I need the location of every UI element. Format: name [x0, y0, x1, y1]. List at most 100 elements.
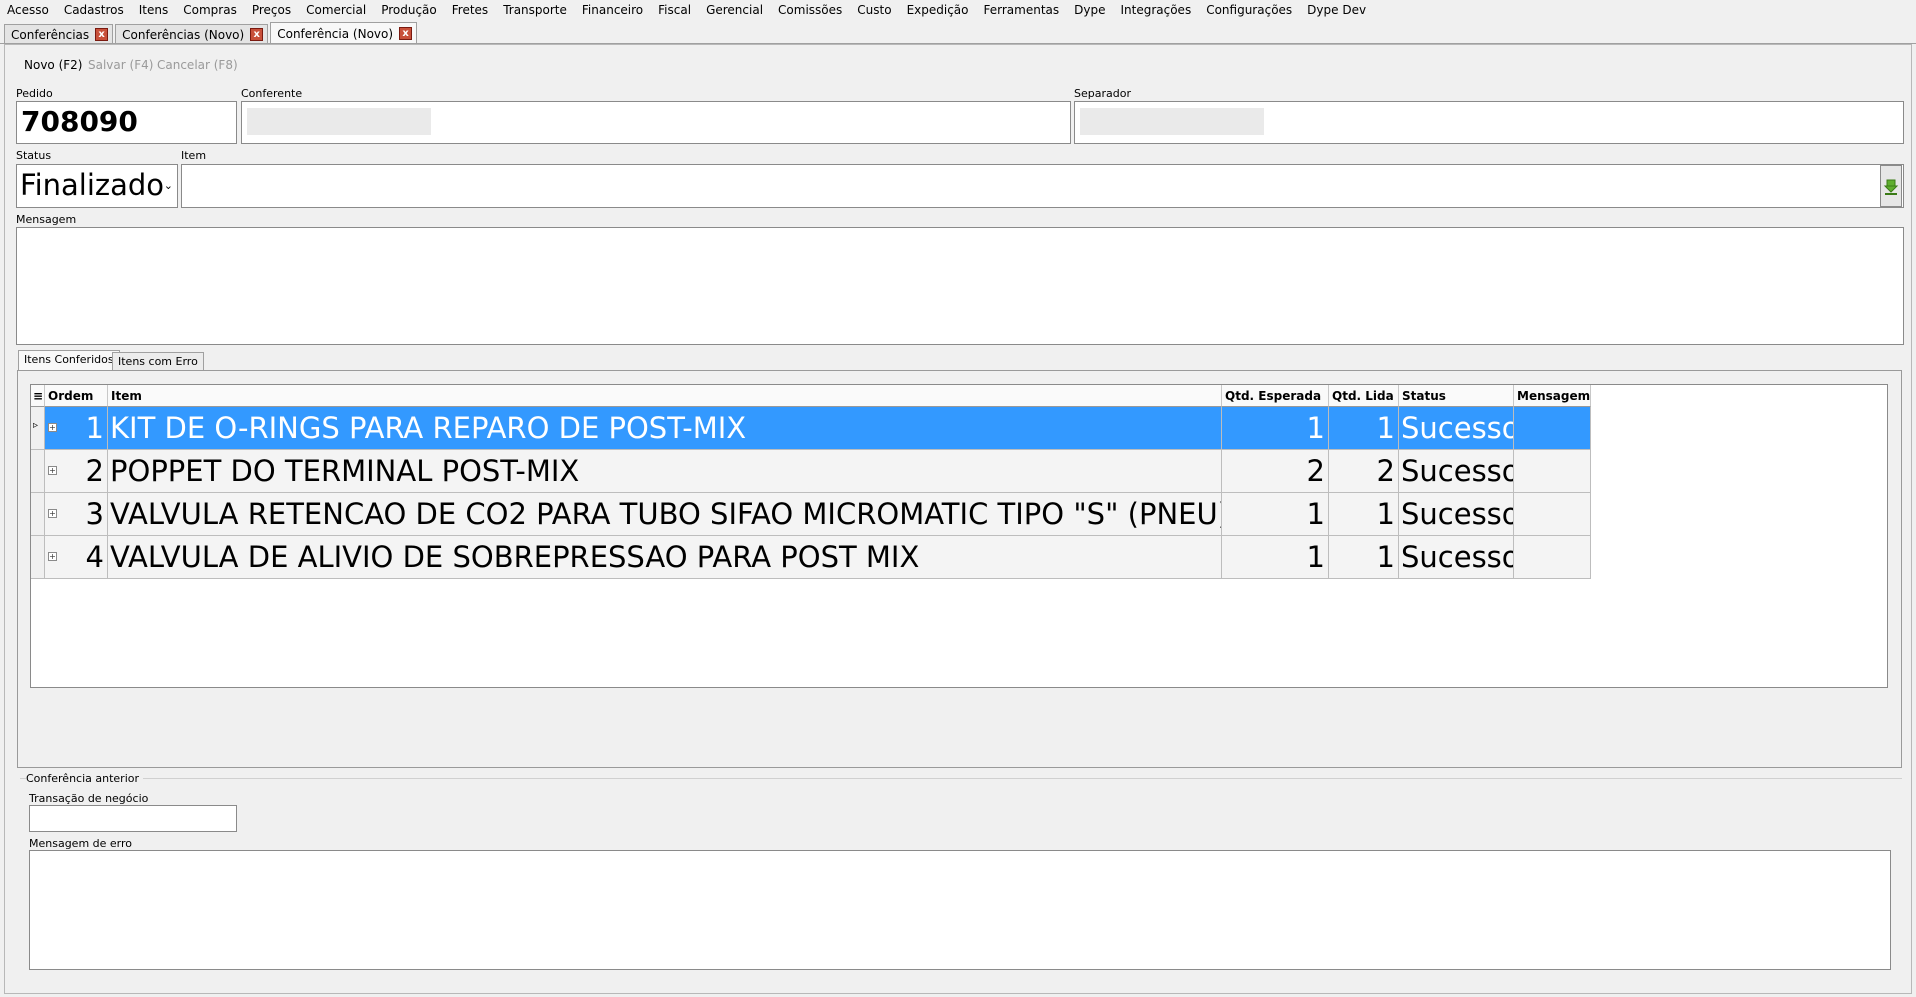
mensagem-erro-textarea[interactable]	[29, 850, 1891, 970]
cell-mensagem[interactable]	[1514, 493, 1591, 536]
document-tab-1[interactable]: Conferências x	[4, 24, 114, 44]
cell-item-text: VALVULA DE ALIVIO DE SOBREPRESSAO PARA P…	[110, 540, 920, 574]
cell-item[interactable]: VALVULA DE ALIVIO DE SOBREPRESSAO PARA P…	[108, 536, 1222, 579]
cell-item-text: KIT DE O-RINGS PARA REPARO DE POST-MIX	[110, 411, 747, 445]
row-indicator[interactable]	[31, 493, 45, 536]
cancelar-button[interactable]: Cancelar (F8)	[157, 58, 238, 72]
row-indicator[interactable]	[31, 536, 45, 579]
chevron-down-icon[interactable]: ⌄	[164, 179, 173, 192]
conferente-field[interactable]	[241, 101, 1071, 144]
tab-itens-conferidos[interactable]: Itens Conferidos	[18, 350, 120, 372]
menu-item-cadastros[interactable]: Cadastros	[61, 3, 127, 17]
cell-qtd-lida[interactable]: 2	[1329, 450, 1399, 493]
table-row[interactable]: +3 VALVULA RETENCAO DE CO2 PARA TUBO SIFA…	[31, 493, 1591, 536]
mensagem-textarea[interactable]	[16, 227, 1904, 345]
separador-field[interactable]	[1074, 101, 1904, 144]
cell-qtd-lida[interactable]: 1	[1329, 493, 1399, 536]
transacao-label: Transação de negócio	[29, 792, 149, 805]
menu-item-ferramentas[interactable]: Ferramentas	[981, 3, 1063, 17]
items-grid: ≡ Ordem Item Qtd. Esperada Qtd. Lida Sta…	[30, 384, 1888, 688]
item-search-button[interactable]	[1880, 165, 1902, 207]
cell-mensagem[interactable]	[1514, 536, 1591, 579]
menu-item-fretes[interactable]: Fretes	[449, 3, 491, 17]
cell-qtd-lida-text: 1	[1376, 540, 1395, 574]
status-select[interactable]: Finalizado ⌄	[16, 164, 178, 208]
menu-item-financeiro[interactable]: Financeiro	[579, 3, 646, 17]
menu-item-gerencial[interactable]: Gerencial	[703, 3, 766, 17]
pedido-field[interactable]: 708090	[16, 101, 237, 144]
menu-item-comercial[interactable]: Comercial	[303, 3, 369, 17]
novo-button[interactable]: Novo (F2)	[24, 58, 82, 72]
cell-mensagem[interactable]	[1514, 450, 1591, 493]
row-indicator[interactable]	[31, 450, 45, 493]
pedido-label: Pedido	[16, 87, 53, 100]
expand-row-icon[interactable]: +	[48, 423, 57, 432]
menu-item-dype-dev[interactable]: Dype Dev	[1304, 3, 1369, 17]
menu-item-precos[interactable]: Preços	[249, 3, 294, 17]
cell-status[interactable]: Sucesso	[1399, 536, 1514, 579]
table-row[interactable]: ▹ +1 KIT DE O-RINGS PARA REPARO DE POST-MI…	[31, 407, 1591, 450]
menu-item-transporte[interactable]: Transporte	[500, 3, 570, 17]
grid-options-icon[interactable]: ≡	[31, 385, 45, 407]
item-input[interactable]	[181, 164, 1904, 208]
menu-item-custo[interactable]: Custo	[854, 3, 894, 17]
document-tab-3[interactable]: Conferência (Novo) x	[270, 22, 418, 44]
status-value: Finalizado	[20, 168, 165, 202]
pedido-value: 708090	[21, 105, 138, 138]
menu-item-itens[interactable]: Itens	[136, 3, 171, 17]
expand-row-icon[interactable]: +	[48, 466, 57, 475]
close-icon[interactable]: x	[399, 27, 413, 40]
cell-item-text: POPPET DO TERMINAL POST-MIX	[110, 454, 580, 488]
expand-row-icon[interactable]: +	[48, 509, 57, 518]
row-indicator[interactable]: ▹	[31, 407, 45, 450]
conferencia-anterior-label: Conferência anterior	[26, 772, 144, 785]
cell-mensagem[interactable]	[1514, 407, 1591, 450]
cell-ordem[interactable]: +4	[45, 536, 108, 579]
menu-item-dype[interactable]: Dype	[1071, 3, 1108, 17]
column-header-qtd-esperada[interactable]: Qtd. Esperada	[1222, 385, 1329, 407]
cell-item[interactable]: POPPET DO TERMINAL POST-MIX	[108, 450, 1222, 493]
menu-item-expedicao[interactable]: Expedição	[904, 3, 972, 17]
cell-ordem[interactable]: +1	[45, 407, 108, 450]
cell-qtd-esperada[interactable]: 2	[1222, 450, 1329, 493]
column-header-item[interactable]: Item	[108, 385, 1222, 407]
cell-status-text: Sucesso	[1401, 411, 1514, 445]
expand-row-icon[interactable]: +	[48, 552, 57, 561]
cell-qtd-esperada[interactable]: 1	[1222, 493, 1329, 536]
table-row[interactable]: +2 POPPET DO TERMINAL POST-MIX 2 2 Sucesso	[31, 450, 1591, 493]
cell-item[interactable]: KIT DE O-RINGS PARA REPARO DE POST-MIX	[108, 407, 1222, 450]
menu-item-acesso[interactable]: Acesso	[4, 3, 52, 17]
column-header-mensagem[interactable]: Mensagem	[1514, 385, 1591, 407]
cell-qtd-esperada[interactable]: 1	[1222, 536, 1329, 579]
cell-status[interactable]: Sucesso	[1399, 450, 1514, 493]
cell-ordem-text: 2	[85, 454, 104, 488]
cell-qtd-esperada-text: 1	[1306, 540, 1325, 574]
tab-itens-com-erro[interactable]: Itens com Erro	[112, 352, 204, 372]
menu-item-compras[interactable]: Compras	[180, 3, 240, 17]
column-header-qtd-lida[interactable]: Qtd. Lida	[1329, 385, 1399, 407]
transacao-input[interactable]	[29, 805, 237, 832]
menu-item-comissoes[interactable]: Comissões	[775, 3, 845, 17]
cell-status[interactable]: Sucesso	[1399, 493, 1514, 536]
cell-qtd-lida[interactable]: 1	[1329, 407, 1399, 450]
menu-item-producao[interactable]: Produção	[378, 3, 440, 17]
menu-item-configuracoes[interactable]: Configurações	[1203, 3, 1295, 17]
cell-status[interactable]: Sucesso	[1399, 407, 1514, 450]
menu-item-fiscal[interactable]: Fiscal	[655, 3, 694, 17]
cell-status-text: Sucesso	[1401, 454, 1514, 488]
column-header-status[interactable]: Status	[1399, 385, 1514, 407]
cell-qtd-lida[interactable]: 1	[1329, 536, 1399, 579]
cell-item[interactable]: VALVULA RETENCAO DE CO2 PARA TUBO SIFAO …	[108, 493, 1222, 536]
document-tab-2[interactable]: Conferências (Novo) x	[115, 24, 269, 44]
cell-qtd-esperada[interactable]: 1	[1222, 407, 1329, 450]
close-icon[interactable]: x	[250, 28, 264, 41]
mensagem-label: Mensagem	[16, 213, 77, 226]
menu-item-integracoes[interactable]: Integrações	[1117, 3, 1194, 17]
table-row[interactable]: +4 VALVULA DE ALIVIO DE SOBREPRESSAO PARA…	[31, 536, 1591, 579]
salvar-button[interactable]: Salvar (F4)	[88, 58, 153, 72]
cell-ordem[interactable]: +2	[45, 450, 108, 493]
cell-ordem[interactable]: +3	[45, 493, 108, 536]
close-icon[interactable]: x	[95, 28, 109, 41]
document-tab-label: Conferência (Novo)	[277, 26, 394, 41]
column-header-ordem[interactable]: Ordem	[45, 385, 108, 407]
